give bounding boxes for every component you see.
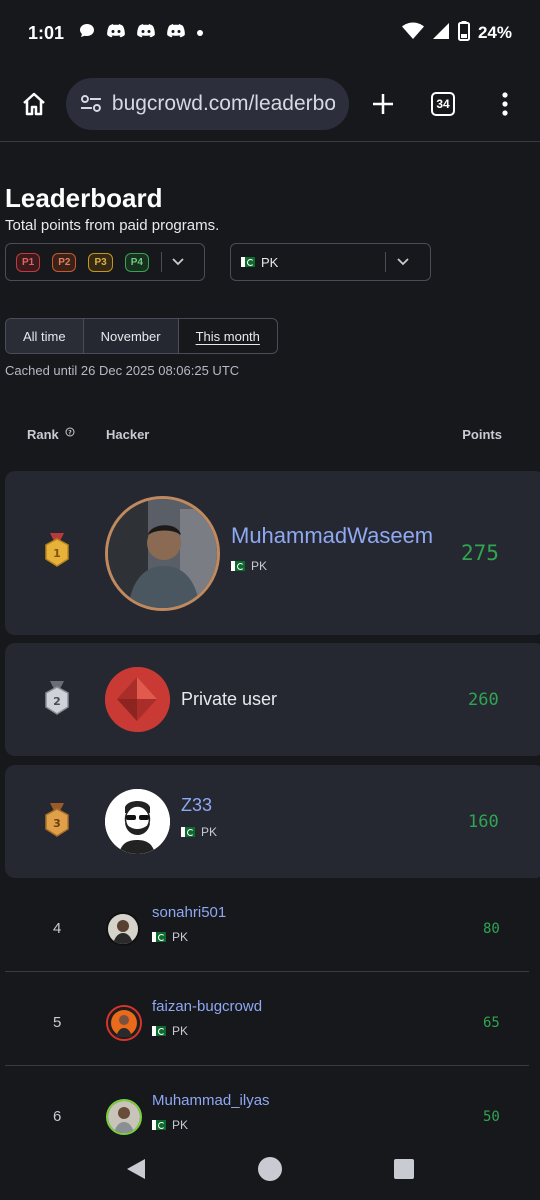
recents-icon bbox=[394, 1159, 414, 1179]
hacker-name[interactable]: Z33 bbox=[181, 795, 212, 816]
hacker-points: 260 bbox=[468, 690, 499, 710]
private-user-avatar bbox=[105, 667, 170, 732]
page-subtitle: Total points from paid programs. bbox=[5, 217, 220, 234]
home-nav-button[interactable] bbox=[257, 1156, 283, 1187]
hacker-name[interactable]: Muhammad_ilyas bbox=[152, 1092, 270, 1109]
back-icon bbox=[127, 1159, 145, 1179]
discord-icon bbox=[106, 23, 126, 44]
hacker-points: 160 bbox=[468, 812, 499, 832]
battery-icon bbox=[457, 20, 470, 46]
hacker-points: 65 bbox=[483, 1015, 500, 1031]
priority-badge-p4: P4 bbox=[124, 252, 149, 272]
wifi-icon bbox=[401, 22, 424, 45]
recents-button[interactable] bbox=[393, 1158, 415, 1185]
avatar[interactable] bbox=[105, 789, 170, 854]
leaderboard-card-rank-3[interactable]: 3 Z33 PK 160 bbox=[5, 765, 540, 878]
gold-medal-icon: 1 bbox=[43, 533, 71, 574]
header-hacker: Hacker bbox=[106, 427, 150, 442]
status-right: 24% bbox=[401, 20, 512, 46]
discord-icon bbox=[136, 23, 156, 44]
pakistan-flag-icon bbox=[241, 257, 255, 267]
pakistan-flag-icon bbox=[152, 1120, 166, 1130]
pakistan-flag-icon bbox=[231, 561, 245, 571]
url-bar[interactable]: bugcrowd.com/leaderbo bbox=[66, 77, 349, 130]
tab-all-time[interactable]: All time bbox=[6, 319, 84, 353]
more-vert-icon bbox=[502, 91, 508, 116]
hacker-country: PK bbox=[152, 1024, 188, 1038]
back-button[interactable] bbox=[125, 1157, 147, 1186]
dot-icon bbox=[196, 24, 204, 42]
svg-text:1: 1 bbox=[53, 547, 61, 560]
plus-icon bbox=[373, 93, 393, 114]
avatar[interactable] bbox=[106, 912, 140, 946]
table-row[interactable]: 6 Muhammad_ilyas PK 50 bbox=[5, 1066, 529, 1143]
battery-percent: 24% bbox=[477, 23, 512, 42]
header-points: Points bbox=[462, 427, 502, 442]
hacker-name[interactable]: faizan-bugcrowd bbox=[152, 998, 262, 1015]
silver-medal-icon: 2 bbox=[43, 681, 71, 722]
browser-toolbar: bugcrowd.com/leaderbo 34 bbox=[0, 66, 540, 142]
rank-number: 4 bbox=[53, 920, 62, 937]
pakistan-flag-icon bbox=[152, 1026, 166, 1036]
priority-badge-p2: P2 bbox=[52, 252, 77, 272]
home-icon bbox=[23, 92, 45, 115]
svg-text:?: ? bbox=[69, 430, 73, 437]
page-title: Leaderboard bbox=[5, 183, 163, 213]
help-icon: ? bbox=[65, 427, 75, 437]
table-row[interactable]: 4 sonahri501 PK 80 bbox=[5, 878, 529, 972]
hacker-points: 275 bbox=[461, 541, 499, 565]
hacker-name: Private user bbox=[181, 689, 278, 709]
hacker-country: PK bbox=[152, 930, 188, 944]
url-text: bugcrowd.com/leaderbo bbox=[111, 91, 335, 115]
cached-note: Cached until 26 Dec 2025 08:06:25 UTC bbox=[5, 363, 240, 378]
priority-badge-p3: P3 bbox=[88, 252, 113, 272]
tab-count: 34 bbox=[431, 91, 455, 116]
avatar[interactable] bbox=[106, 1005, 142, 1041]
home-button[interactable] bbox=[14, 84, 54, 124]
country-select-value: PK bbox=[261, 254, 279, 270]
avatar[interactable] bbox=[105, 496, 220, 611]
time-range-tabs: All time November This month bbox=[5, 318, 278, 354]
pakistan-flag-icon bbox=[181, 827, 195, 837]
discord-icon bbox=[166, 23, 186, 44]
avatar[interactable] bbox=[106, 1099, 142, 1135]
tab-november[interactable]: November bbox=[83, 319, 179, 353]
tab-this-month[interactable]: This month bbox=[179, 319, 277, 353]
chevron-down-icon bbox=[386, 258, 420, 266]
svg-text:3: 3 bbox=[53, 817, 61, 830]
hacker-country: PK bbox=[181, 825, 217, 839]
system-nav-bar bbox=[0, 1143, 540, 1200]
hacker-country: PK bbox=[152, 1118, 188, 1132]
header-rank: Rank ? bbox=[27, 427, 75, 442]
notification-icons bbox=[78, 22, 204, 45]
table-row[interactable]: 5 faizan-bugcrowd PK 65 bbox=[5, 972, 529, 1066]
country-select[interactable]: PK bbox=[230, 243, 431, 281]
hacker-name[interactable]: MuhammadWaseem bbox=[231, 523, 433, 549]
tab-switcher-button[interactable]: 34 bbox=[423, 84, 463, 124]
page-content: Leaderboard Total points from paid progr… bbox=[0, 143, 540, 1143]
svg-text:2: 2 bbox=[53, 695, 61, 708]
pakistan-flag-icon bbox=[152, 932, 166, 942]
chevron-down-icon bbox=[162, 258, 194, 266]
hacker-country: PK bbox=[231, 559, 267, 573]
hacker-points: 50 bbox=[483, 1109, 500, 1125]
new-tab-button[interactable] bbox=[363, 84, 403, 124]
chat-bubble-icon bbox=[78, 22, 96, 45]
bronze-medal-icon: 3 bbox=[43, 803, 71, 844]
priority-select[interactable]: P1 P2 P3 P4 bbox=[5, 243, 205, 281]
hacker-name[interactable]: sonahri501 bbox=[152, 904, 226, 921]
rank-number: 6 bbox=[53, 1108, 62, 1125]
home-circle-icon bbox=[258, 1157, 282, 1181]
status-time: 1:01 bbox=[28, 22, 65, 43]
status-bar: 1:01 24% bbox=[0, 0, 540, 66]
leaderboard-card-rank-1[interactable]: 1 MuhammadWaseem PK 275 bbox=[5, 471, 540, 635]
hacker-points: 80 bbox=[483, 921, 500, 937]
priority-badge-p1: P1 bbox=[16, 252, 41, 272]
menu-button[interactable] bbox=[485, 84, 525, 124]
cell-signal-icon bbox=[432, 22, 450, 45]
rank-number: 5 bbox=[53, 1014, 62, 1031]
site-settings-icon bbox=[80, 94, 101, 112]
leaderboard-card-rank-2[interactable]: 2 Private user 260 bbox=[5, 643, 540, 756]
